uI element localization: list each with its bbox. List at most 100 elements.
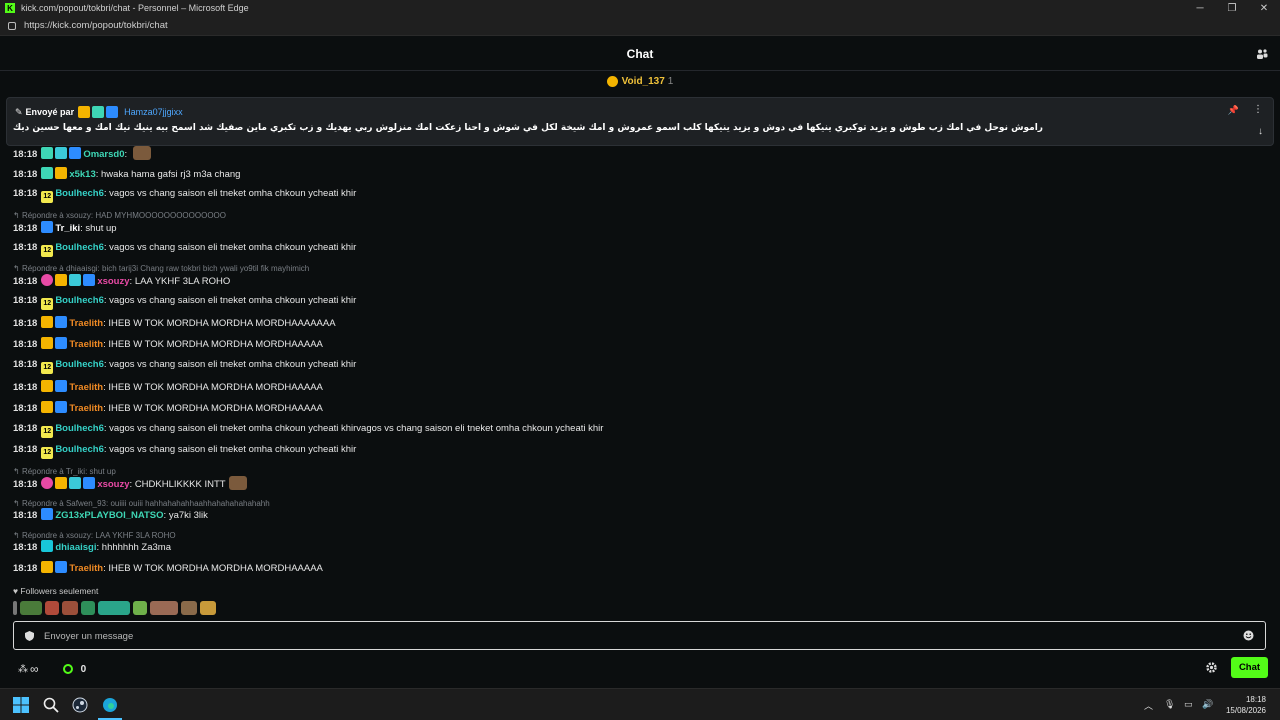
url-text[interactable]: https://kick.com/popout/tokbri/chat <box>24 20 168 31</box>
message-time: 18:18 <box>13 444 38 455</box>
steam-icon[interactable] <box>72 697 88 713</box>
emote-icon[interactable] <box>133 601 147 615</box>
reply-context[interactable]: ↰ Répondre à Safwen_93: ouiiii ouiii hah… <box>13 499 270 508</box>
message-username[interactable]: Traelith <box>69 403 103 414</box>
message-username[interactable]: Traelith <box>69 563 103 574</box>
expand-down-icon[interactable]: ↓ <box>1258 126 1263 137</box>
emote-icon[interactable] <box>181 601 197 615</box>
volume-icon[interactable]: 🔊 <box>1202 699 1214 711</box>
windows-start-icon[interactable] <box>13 697 29 713</box>
chat-message[interactable]: 18:18 xsouzy: LAA YKHF 3LA ROHO <box>13 274 230 287</box>
message-username[interactable]: Boulhech6 <box>55 423 104 434</box>
message-text: vagos vs chang saison eli tneket omha ch… <box>109 423 604 434</box>
address-bar[interactable]: https://kick.com/popout/tokbri/chat <box>0 16 1280 36</box>
message-username[interactable]: ZG13xPLAYBOI_NATSO <box>55 510 163 521</box>
message-username[interactable]: Boulhech6 <box>55 242 104 253</box>
message-time: 18:18 <box>13 423 38 434</box>
chat-message[interactable]: 18:18 Traelith: IHEB W TOK MORDHA MORDHA … <box>13 337 323 350</box>
pin-icon: ✎ <box>15 106 23 117</box>
restore-button[interactable]: ❐ <box>1216 0 1248 16</box>
emote-icon[interactable] <box>62 601 78 615</box>
message-username[interactable]: Boulhech6 <box>55 359 104 370</box>
reply-context[interactable]: ↰ Répondre à Tr_iki: shut up <box>13 467 116 476</box>
reply-arrow-icon: ↰ <box>13 531 22 540</box>
emote-icon[interactable] <box>228 476 247 490</box>
microphone-icon[interactable]: 🎙 <box>1164 699 1176 711</box>
emote-icon[interactable] <box>200 601 216 615</box>
message-username[interactable]: Boulhech6 <box>55 444 104 455</box>
emote-bar <box>13 600 219 616</box>
message-username[interactable]: xsouzy <box>97 276 129 287</box>
chat-message[interactable]: 18:18 Omarsd0: <box>13 146 151 160</box>
search-icon[interactable] <box>43 697 59 713</box>
send-chat-button[interactable]: Chat <box>1231 657 1268 678</box>
unpin-icon[interactable]: 📌 <box>1228 105 1239 116</box>
emote-icon[interactable] <box>81 601 95 615</box>
user-badge-icon <box>55 337 68 349</box>
settings-gear-icon[interactable] <box>1205 661 1218 674</box>
chat-message[interactable]: 18:18 xsouzy: CHDKHLIKKKK INTT <box>13 476 247 490</box>
message-username[interactable]: Omarsd0 <box>83 149 124 160</box>
more-options-icon[interactable]: ⋮ <box>1253 104 1263 115</box>
reply-context[interactable]: ↰ Répondre à dhiaaisgi: bich tarij3i Cha… <box>13 264 309 273</box>
reply-text: Répondre à dhiaaisgi: bich tarij3i Chang… <box>21 264 310 273</box>
chat-message[interactable]: 18:18 ZG13xPLAYBOI_NATSO: ya7ki 3lik <box>13 508 208 521</box>
emote-icon[interactable] <box>45 601 59 615</box>
network-icon[interactable]: ▭ <box>1184 699 1196 711</box>
edge-browser-icon[interactable] <box>102 697 118 713</box>
top-gifter[interactable]: Void_137 1 <box>0 72 1280 90</box>
message-username[interactable]: dhiaaisgi <box>55 542 96 553</box>
message-username[interactable]: Boulhech6 <box>55 188 104 199</box>
message-input[interactable] <box>44 627 1224 645</box>
minimize-button[interactable]: ─ <box>1184 0 1216 16</box>
followers-only-notice: ♥ Followers seulement <box>13 586 98 596</box>
chat-message[interactable]: 18:18 12 Boulhech6: vagos vs chang saison … <box>13 188 356 203</box>
emote-icon[interactable] <box>20 601 42 615</box>
message-username[interactable]: Traelith <box>69 382 103 393</box>
emoji-picker-icon[interactable] <box>1243 630 1254 641</box>
shield-icon[interactable] <box>25 631 34 641</box>
emote-icon[interactable] <box>150 601 178 615</box>
user-badge-icon <box>41 221 54 233</box>
user-badge-icon <box>69 477 82 489</box>
message-username[interactable]: xsouzy <box>97 479 129 490</box>
chat-message[interactable]: 18:18 12 Boulhech6: vagos vs chang saison … <box>13 423 603 438</box>
chat-message[interactable]: 18:18 x5k13: hwaka hama gafsi rj3 m3a cha… <box>13 167 240 180</box>
emote-icon[interactable] <box>13 601 17 615</box>
chat-message[interactable]: 18:18 Traelith: IHEB W TOK MORDHA MORDHA … <box>13 401 323 414</box>
chat-message[interactable]: 18:18 Traelith: IHEB W TOK MORDHA MORDHA … <box>13 316 336 329</box>
pinned-user[interactable]: Hamza07jjgixx <box>124 107 183 117</box>
message-text: vagos vs chang saison eli tneket omha ch… <box>109 295 357 306</box>
chat-message[interactable]: 18:18 12 Boulhech6: vagos vs chang saison … <box>13 359 356 374</box>
message-time: 18:18 <box>13 510 38 521</box>
chat-message[interactable]: 18:18 Traelith: IHEB W TOK MORDHA MORDHA … <box>13 561 323 574</box>
chat-message[interactable]: 18:18 Tr_iki: shut up <box>13 221 117 234</box>
chat-message[interactable]: 18:18 12 Boulhech6: vagos vs chang saison … <box>13 444 356 459</box>
chevron-up-icon[interactable]: ︿ <box>1144 699 1156 711</box>
user-badge-icon <box>55 561 68 573</box>
message-time: 18:18 <box>13 563 38 574</box>
user-badge-icon <box>55 401 68 413</box>
user-badge-icon <box>83 477 96 489</box>
message-username[interactable]: Traelith <box>69 339 103 350</box>
top-gifter-name[interactable]: Void_137 <box>622 76 665 87</box>
system-clock[interactable]: 18:18 15/08/2026 <box>1226 694 1266 716</box>
message-username[interactable]: x5k13 <box>69 169 95 180</box>
emote-icon[interactable] <box>98 601 130 615</box>
users-icon[interactable] <box>1256 48 1268 60</box>
message-input-box[interactable] <box>13 621 1266 650</box>
message-username[interactable]: Boulhech6 <box>55 295 104 306</box>
reply-context[interactable]: ↰ Répondre à xsouzy: HAD MYHMOOOOOOOOOOO… <box>13 211 226 220</box>
chat-message[interactable]: 18:18 12 Boulhech6: vagos vs chang saison … <box>13 295 356 310</box>
close-button[interactable]: ✕ <box>1248 0 1280 16</box>
emote-icon[interactable] <box>132 146 151 160</box>
share-icon[interactable]: ⁂ <box>18 664 28 675</box>
user-badge-icon <box>41 337 54 349</box>
message-username[interactable]: Traelith <box>69 318 103 329</box>
chat-message[interactable]: 18:18 Traelith: IHEB W TOK MORDHA MORDHA … <box>13 380 323 393</box>
message-username[interactable]: Tr_iki <box>55 223 80 234</box>
pinned-text: راموش نوحل في أمك زب طوش و يزيد توكبري ي… <box>13 123 1043 133</box>
chat-message[interactable]: 18:18 dhiaaisgi: hhhhhhh Za3ma <box>13 540 171 553</box>
reply-context[interactable]: ↰ Répondre à xsouzy: LAA YKHF 3LA ROHO <box>13 531 176 540</box>
chat-message[interactable]: 18:18 12 Boulhech6: vagos vs chang saison … <box>13 242 356 257</box>
